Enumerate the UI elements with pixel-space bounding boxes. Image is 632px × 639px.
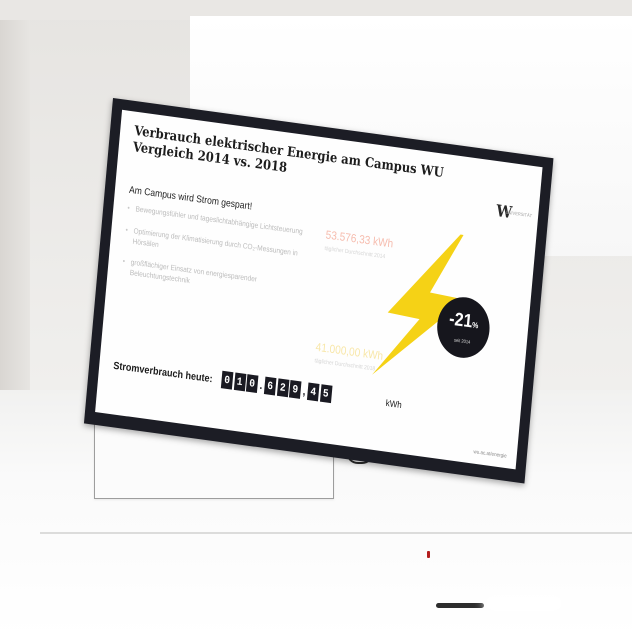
counter-label: Stromverbrauch heute: — [112, 359, 214, 385]
monitor-screen: Verbrauch elektrischer Energie am Campus… — [95, 109, 543, 470]
reduction-unit: % — [471, 321, 479, 331]
counter-display: 0 1 0 . 6 2 9 , 4 5 — [220, 370, 333, 404]
photo-scene: Verbrauch elektrischer Energie am Campus… — [0, 0, 632, 639]
counter-digit: 0 — [220, 370, 234, 390]
counter-digit: 9 — [288, 380, 302, 399]
counter-digit: 6 — [263, 376, 277, 396]
counter-slot — [436, 603, 484, 608]
info-monitor: Verbrauch elektrischer Energie am Campus… — [83, 98, 554, 484]
counter-unit: kWh — [385, 397, 403, 411]
counter-digit: 0 — [245, 374, 259, 394]
counter-edge — [40, 532, 632, 534]
light-reflection — [488, 598, 560, 608]
counter-digit: 5 — [319, 384, 333, 404]
measures-list: Bewegungsfühler und tageslichtabhängige … — [120, 204, 318, 315]
counter-digit: 2 — [276, 378, 289, 398]
red-marker — [427, 551, 430, 558]
counter-digit: 1 — [233, 372, 246, 392]
footer-url: wu.ac.at/energie — [473, 448, 507, 459]
reduction-value: -21 — [448, 309, 474, 333]
counter-digit: 4 — [306, 382, 320, 402]
reduction-note: seit 2014 — [453, 336, 471, 345]
